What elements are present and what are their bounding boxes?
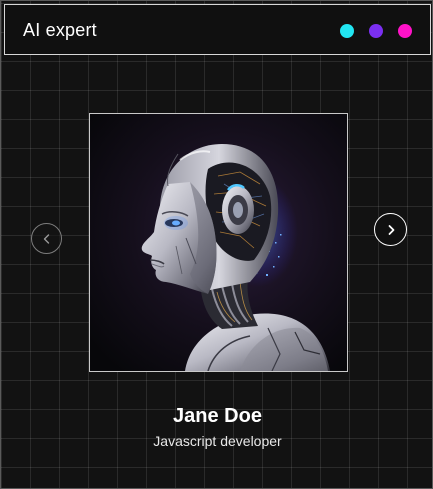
chevron-left-icon — [43, 233, 49, 244]
next-button[interactable] — [374, 213, 407, 246]
profile-image — [89, 113, 348, 372]
chevron-right-icon — [388, 224, 394, 235]
app-title: AI expert — [23, 20, 97, 40]
person-name: Jane Doe — [173, 405, 262, 427]
profile-card: AI expert Jane Doe Javascript developer — [0, 0, 433, 489]
title-bar: AI expert — [4, 4, 431, 55]
window-dot-magenta — [398, 24, 412, 38]
window-dot-cyan — [340, 24, 354, 38]
previous-button[interactable] — [31, 223, 62, 254]
robot-portrait-image — [90, 114, 347, 371]
window-dot-purple — [369, 24, 383, 38]
person-role: Javascript developer — [153, 433, 282, 449]
